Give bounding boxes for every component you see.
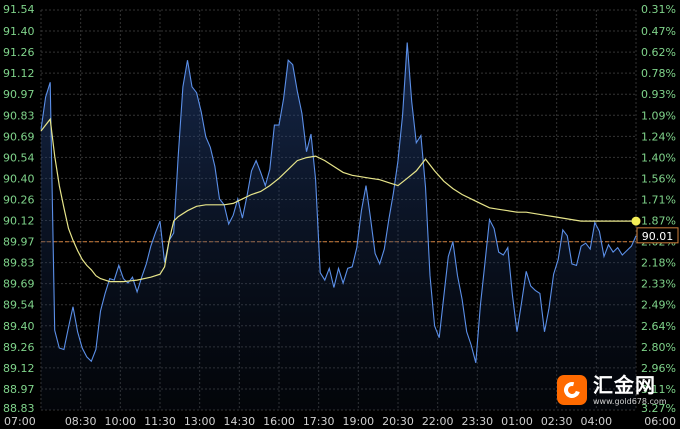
x-axis-labels: 07:00 08:30 10:00 11:30 13:00 14:30 16:00 17:30…	[4, 415, 676, 428]
y-tick-left: 88.83	[3, 402, 35, 415]
y-tick-left: 89.97	[3, 236, 35, 249]
y-tick-right: 0.78%	[641, 67, 676, 80]
price-area-fill	[41, 42, 636, 410]
y-tick-left: 90.69	[3, 130, 35, 143]
y-tick-left: 89.83	[3, 257, 35, 270]
y-tick-right: 0.62%	[641, 46, 676, 59]
y-tick-right: 1.40%	[641, 151, 676, 164]
y-tick-left: 91.12	[3, 67, 35, 80]
y-tick-right: 0.31%	[641, 3, 676, 16]
x-tick: 04:00	[580, 415, 612, 428]
y-tick-right: 1.09%	[641, 109, 676, 122]
y-tick-left: 91.54	[3, 3, 35, 16]
y-tick-right: 2.64%	[641, 320, 676, 333]
y-tick-left: 89.26	[3, 341, 35, 354]
y-tick-left: 90.83	[3, 109, 35, 122]
y-tick-left: 91.26	[3, 46, 35, 59]
average-end-marker	[631, 216, 641, 226]
x-tick: 20:30	[382, 415, 414, 428]
y-tick-right: 0.47%	[641, 25, 676, 38]
current-price-value: 90.01	[642, 230, 674, 243]
x-tick: 14:30	[223, 415, 255, 428]
brand-name: 汇金网	[593, 372, 656, 397]
y-tick-left: 89.69	[3, 278, 35, 291]
y-tick-right: 0.93%	[641, 88, 676, 101]
x-tick: 22:00	[422, 415, 454, 428]
y-tick-right: 2.33%	[641, 278, 676, 291]
y-tick-right: 1.24%	[641, 130, 676, 143]
y-tick-right: 1.71%	[641, 193, 676, 206]
y-axis-right-labels: 0.31% 0.47% 0.62% 0.78% 0.93% 1.09% 1.24% 1.40%…	[641, 3, 676, 415]
brand-logo: 汇金网 www.gold678.com	[557, 370, 669, 410]
y-tick-left: 89.54	[3, 299, 35, 312]
y-tick-left: 90.12	[3, 215, 35, 228]
x-tick: 06:00	[644, 415, 676, 428]
brand-url: www.gold678.com	[593, 396, 667, 406]
current-price-tag: 90.01	[636, 227, 679, 244]
y-tick-left: 90.54	[3, 151, 35, 164]
x-tick: 13:00	[184, 415, 216, 428]
y-tick-left: 89.12	[3, 362, 35, 375]
y-tick-left: 90.40	[3, 172, 35, 185]
y-tick-right: 2.49%	[641, 299, 676, 312]
y-tick-left: 91.40	[3, 25, 35, 38]
x-tick: 23:30	[461, 415, 493, 428]
x-tick: 16:00	[263, 415, 295, 428]
x-tick: 11:30	[144, 415, 176, 428]
y-tick-left: 90.97	[3, 88, 35, 101]
y-tick-left: 89.40	[3, 320, 35, 333]
y-tick-left: 90.26	[3, 193, 35, 206]
x-tick: 19:00	[342, 415, 374, 428]
average-line	[40, 117, 636, 283]
x-tick: 02:30	[541, 415, 573, 428]
x-tick: 01:00	[501, 415, 533, 428]
x-tick: 10:00	[104, 415, 136, 428]
y-tick-right: 1.87%	[641, 215, 676, 228]
y-tick-right: 2.18%	[641, 257, 676, 270]
y-tick-right: 1.56%	[641, 172, 676, 185]
y-axis-left-labels: 91.54 91.40 91.26 91.12 90.97 90.83 90.69 90.54…	[3, 3, 35, 415]
x-tick: 08:30	[65, 415, 97, 428]
intraday-chart: 91.54 91.40 91.26 91.12 90.97 90.83 90.69 90.54…	[3, 3, 679, 428]
y-tick-left: 88.97	[3, 383, 35, 396]
x-tick: 17:30	[303, 415, 335, 428]
x-tick: 07:00	[4, 415, 36, 428]
y-tick-right: 2.80%	[641, 341, 676, 354]
brand-logo-icon	[557, 375, 587, 405]
